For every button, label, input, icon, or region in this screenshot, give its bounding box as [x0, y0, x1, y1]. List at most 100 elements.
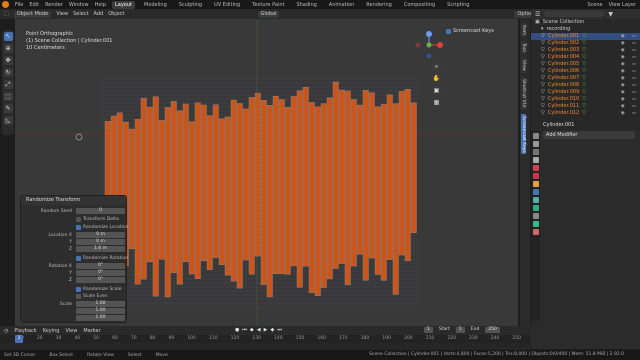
cylinder-mesh[interactable] — [284, 107, 291, 275]
outliner-scene-collection[interactable]: ▣ Scene Collection — [531, 19, 640, 26]
workspace-tab-compositing[interactable]: Compositing — [401, 1, 438, 9]
outliner-object-row[interactable]: ▽ Cylinder.012 ▽ ◉ ▭ — [531, 110, 640, 117]
end-frame-field[interactable]: 250 — [485, 327, 500, 333]
prev-keyframe-icon[interactable]: ◆ — [250, 327, 254, 333]
particles-tab-icon[interactable] — [532, 197, 539, 203]
cylinder-mesh[interactable] — [356, 104, 363, 255]
location-y-field[interactable]: 0 m — [76, 239, 125, 245]
tab-item[interactable]: Item — [521, 23, 526, 38]
visibility-eye-icon[interactable]: ◉ — [621, 82, 625, 89]
transform-tool-icon[interactable]: ⬚ — [3, 92, 13, 101]
menu-view[interactable]: View — [65, 328, 77, 334]
location-x-field[interactable]: 0 m — [76, 232, 125, 238]
randomize-scale-row[interactable]: Randomize Scale — [21, 286, 128, 293]
scale-x-field[interactable]: 1.00 — [76, 301, 125, 307]
current-frame-field[interactable]: 1 — [424, 327, 433, 333]
timeline-ruler[interactable]: 1020304050607080901001101201301401501601… — [0, 335, 531, 343]
cylinder-mesh[interactable] — [206, 115, 213, 271]
screencast-keys-toggle[interactable]: Screencast Keys — [446, 28, 494, 34]
cylinder-mesh[interactable] — [146, 106, 153, 263]
next-keyframe-icon[interactable]: ◆ — [270, 327, 274, 333]
cylinder-mesh[interactable] — [290, 96, 297, 267]
cylinder-mesh[interactable] — [338, 89, 345, 264]
blender-logo-icon[interactable] — [2, 1, 9, 8]
cylinder-mesh[interactable] — [278, 99, 285, 274]
render-camera-icon[interactable]: ▭ — [632, 103, 636, 110]
checkbox-icon[interactable] — [76, 256, 81, 261]
cylinder-mesh[interactable] — [332, 81, 339, 269]
cylinder-mesh[interactable] — [182, 103, 189, 262]
cylinder-mesh[interactable] — [230, 99, 237, 282]
visibility-eye-icon[interactable]: ◉ — [621, 89, 625, 96]
outliner-collection-recording[interactable]: ▾ recording — [531, 26, 640, 33]
checkbox-icon[interactable] — [76, 294, 81, 299]
camera-view-icon[interactable]: ▣ — [432, 86, 441, 95]
render-camera-icon[interactable]: ▭ — [632, 82, 636, 89]
checkbox-icon[interactable] — [76, 225, 81, 230]
cylinder-mesh[interactable] — [326, 97, 333, 280]
render-camera-icon[interactable]: ▭ — [632, 47, 636, 54]
material-tab-icon[interactable] — [532, 229, 539, 235]
menu-help[interactable]: Help — [95, 2, 106, 8]
scale-z-field[interactable]: 1.00 — [76, 315, 125, 321]
outliner-object-row[interactable]: ▽ Cylinder.001 ▽ ◉ ▭ — [531, 33, 640, 40]
outliner-object-row[interactable]: ▽ Cylinder.005 ▽ ◉ ▭ — [531, 61, 640, 68]
visibility-eye-icon[interactable]: ◉ — [621, 68, 625, 75]
tool-tab-icon[interactable] — [532, 133, 539, 139]
outliner-object-row[interactable]: ▽ Cylinder.003 ▽ ◉ ▭ — [531, 47, 640, 54]
cylinder-mesh[interactable] — [344, 90, 351, 286]
perspective-toggle-icon[interactable]: ▦ — [432, 98, 441, 107]
jump-end-icon[interactable]: ⏭ — [277, 327, 282, 333]
navigation-gizmo[interactable] — [414, 30, 444, 60]
filter-icon[interactable]: ▼ — [608, 11, 613, 18]
cylinder-mesh[interactable] — [140, 97, 147, 280]
cylinder-mesh[interactable] — [254, 92, 261, 257]
cylinder-mesh[interactable] — [212, 104, 219, 258]
constraints-tab-icon[interactable] — [532, 213, 539, 219]
cylinder-mesh[interactable] — [362, 90, 369, 281]
cylinder-mesh[interactable] — [194, 102, 201, 279]
object-tab-icon[interactable] — [532, 181, 539, 187]
menu-object[interactable]: Object — [108, 11, 124, 17]
scale-tool-icon[interactable]: ⤢ — [3, 80, 13, 89]
annotate-tool-icon[interactable]: ✎ — [3, 104, 13, 113]
cylinder-mesh[interactable] — [350, 99, 357, 267]
record-icon[interactable]: ● — [235, 327, 239, 333]
render-camera-icon[interactable]: ▭ — [632, 33, 636, 40]
start-frame-field[interactable]: 1 — [455, 327, 465, 333]
mode-dropdown[interactable]: Object Mode — [13, 10, 52, 18]
workspace-tab-animation[interactable]: Animation — [326, 1, 358, 9]
workspace-tab-scripting[interactable]: Scripting — [444, 1, 472, 9]
output-tab-icon[interactable] — [532, 149, 539, 155]
location-z-field[interactable]: 1.6 m — [76, 246, 125, 252]
physics-tab-icon[interactable] — [532, 205, 539, 211]
menu-playback[interactable]: Playback — [14, 328, 36, 334]
outliner-object-row[interactable]: ▽ Cylinder.007 ▽ ◉ ▭ — [531, 75, 640, 82]
workspace-tab-uv-editing[interactable]: UV Editing — [211, 1, 243, 9]
cylinder-mesh[interactable] — [374, 106, 381, 275]
view-layer-selector[interactable]: View Layer — [609, 2, 636, 8]
workspace-tab-modeling[interactable]: Modeling — [141, 1, 170, 9]
render-camera-icon[interactable]: ▭ — [632, 61, 636, 68]
measure-tool-icon[interactable]: ◺ — [3, 116, 13, 125]
menu-select[interactable]: Select — [73, 11, 88, 17]
cylinder-mesh[interactable] — [296, 90, 303, 288]
cylinder-mesh[interactable] — [314, 106, 321, 296]
cylinder-mesh[interactable] — [152, 96, 159, 297]
cylinder-mesh[interactable] — [368, 92, 375, 259]
render-camera-icon[interactable]: ▭ — [632, 54, 636, 61]
world-tab-icon[interactable] — [532, 173, 539, 179]
visibility-eye-icon[interactable]: ◉ — [621, 96, 625, 103]
cylinder-mesh[interactable] — [410, 102, 417, 233]
workspace-tab-texture-paint[interactable]: Texture Paint — [249, 1, 287, 9]
timeline-body[interactable] — [0, 343, 531, 350]
outliner-object-row[interactable]: ▽ Cylinder.009 ▽ ◉ ▭ — [531, 89, 640, 96]
rotation-z-field[interactable]: 0° — [76, 277, 125, 283]
scale-even-row[interactable]: Scale Even — [21, 293, 128, 300]
outliner-object-row[interactable]: ▽ Cylinder.011 ▽ ◉ ▭ — [531, 103, 640, 110]
random-seed-field[interactable]: 0 — [76, 208, 125, 214]
tab-shortcut[interactable]: Shortcut VUr — [521, 76, 526, 110]
menu-file[interactable]: File — [15, 2, 23, 8]
play-icon[interactable]: ▶ — [264, 327, 268, 333]
render-tab-icon[interactable] — [532, 141, 539, 147]
